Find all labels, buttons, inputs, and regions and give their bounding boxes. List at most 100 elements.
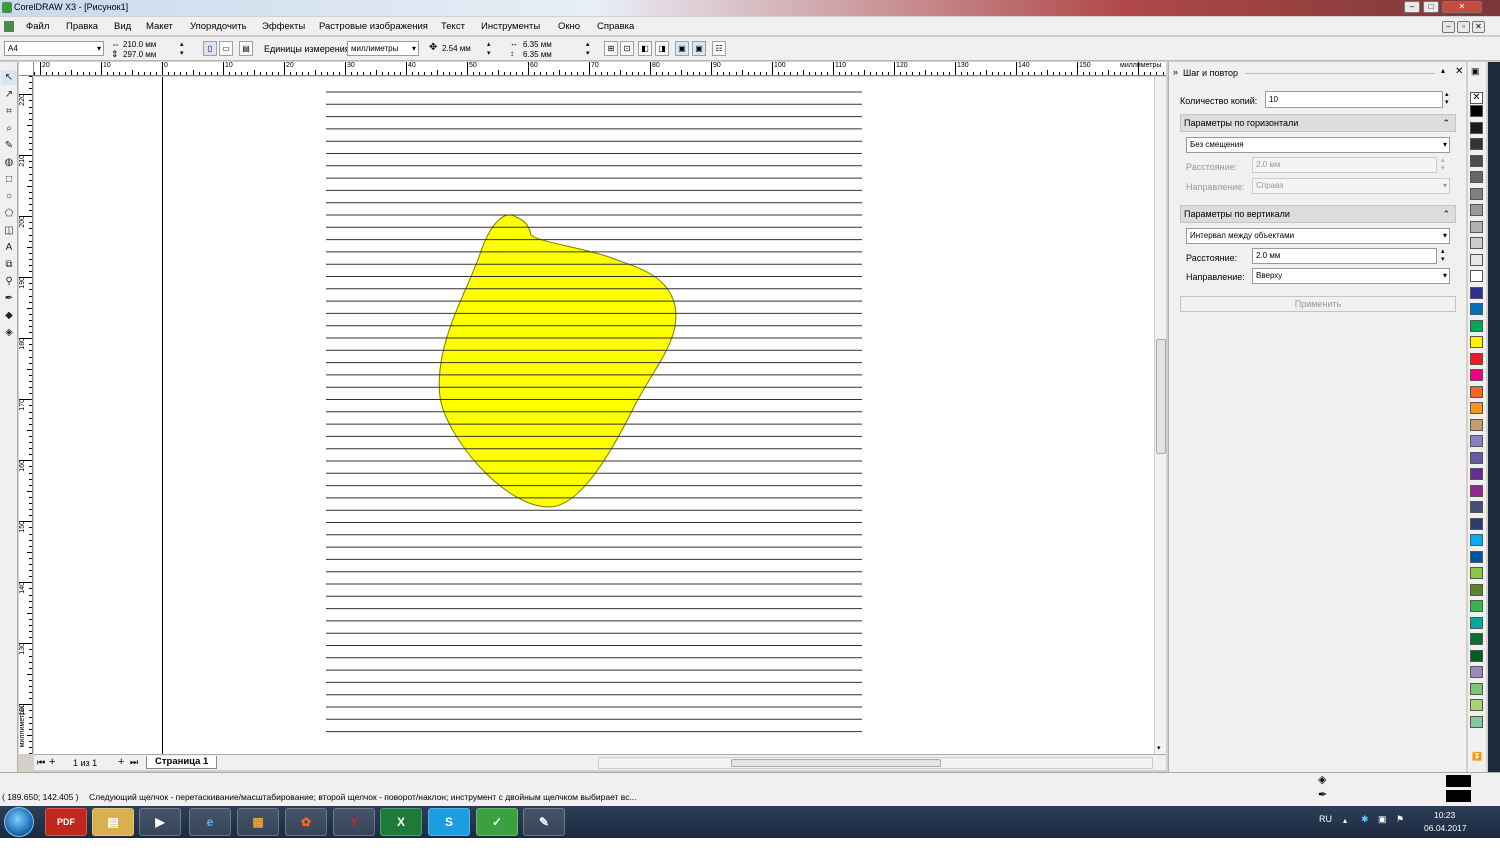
- color-swatch[interactable]: [1470, 385, 1483, 398]
- nudge-spinner[interactable]: ▴ ▾: [487, 40, 491, 58]
- eyedropper-tool-icon[interactable]: ⚲: [1, 274, 17, 289]
- text-tool-icon[interactable]: A: [1, 240, 17, 255]
- color-swatch[interactable]: [1470, 567, 1483, 579]
- paper-height-field[interactable]: 297.0 мм: [123, 50, 156, 59]
- color-swatch[interactable]: [1470, 633, 1483, 645]
- maximize-button[interactable]: □: [1423, 1, 1439, 13]
- explorer-app-icon[interactable]: ▤: [92, 808, 134, 836]
- paper-width-field[interactable]: 210.0 мм: [123, 40, 156, 49]
- vertical-settings-header[interactable]: Параметры по вертикали ⌃: [1180, 205, 1456, 223]
- interactive-fill-tool-icon[interactable]: ◈: [1, 325, 17, 340]
- color-swatch[interactable]: [1470, 319, 1483, 332]
- network-icon[interactable]: ▣: [1378, 814, 1387, 825]
- copies-input[interactable]: 10: [1265, 91, 1443, 108]
- color-swatch[interactable]: [1470, 451, 1483, 464]
- horizontal-settings-header[interactable]: Параметры по горизонтали ⌃: [1180, 114, 1456, 132]
- color-swatch[interactable]: [1470, 171, 1483, 183]
- menu-window[interactable]: Окно: [558, 21, 580, 32]
- minimize-button[interactable]: –: [1404, 1, 1420, 13]
- color-swatch[interactable]: [1470, 666, 1483, 678]
- tb-button-3[interactable]: ◧: [638, 41, 652, 56]
- crop-tool-icon[interactable]: ⌗: [1, 104, 17, 119]
- color-swatch[interactable]: [1470, 682, 1483, 695]
- color-swatch[interactable]: [1470, 418, 1483, 431]
- landscape-button[interactable]: ▭: [219, 41, 233, 56]
- vertical-distance-input[interactable]: 2.0 мм: [1252, 248, 1437, 264]
- menu-file[interactable]: Файл: [26, 21, 49, 32]
- menu-view[interactable]: Вид: [114, 21, 131, 32]
- color-swatch[interactable]: [1470, 369, 1483, 381]
- units-select[interactable]: миллиметры: [347, 41, 419, 56]
- color-swatch[interactable]: [1470, 501, 1483, 513]
- doc-close-button[interactable]: ✕: [1472, 21, 1485, 33]
- shape-tool-icon[interactable]: ↗: [1, 87, 17, 102]
- tray-arrow-icon[interactable]: ▴: [1343, 816, 1347, 825]
- menu-help[interactable]: Справка: [597, 21, 634, 32]
- horizontal-distance-spinner[interactable]: ▴ ▾: [1441, 157, 1445, 173]
- menu-arrange[interactable]: Упорядочить: [190, 21, 247, 32]
- color-swatch[interactable]: [1470, 253, 1483, 266]
- duplicate-x-field[interactable]: 6.35 мм: [523, 40, 552, 49]
- tb-button-4[interactable]: ◨: [655, 41, 669, 56]
- language-indicator[interactable]: RU: [1319, 814, 1332, 824]
- paint-app-icon[interactable]: ✎: [523, 808, 565, 836]
- fill-color-swatch[interactable]: [1446, 775, 1471, 787]
- palette-scroll-down[interactable]: ⏬: [1472, 752, 1482, 761]
- first-page-button[interactable]: ⏮: [37, 757, 45, 768]
- color-swatch[interactable]: [1470, 138, 1483, 150]
- close-button[interactable]: ✕: [1442, 1, 1482, 13]
- all-pages-button[interactable]: ▤: [239, 41, 253, 56]
- palette-menu-icon[interactable]: ▣: [1471, 66, 1480, 77]
- paper-size-select[interactable]: A4: [4, 41, 104, 56]
- color-swatch[interactable]: [1470, 517, 1483, 530]
- horizontal-distance-input[interactable]: 2.0 мм: [1252, 157, 1437, 173]
- menu-tools[interactable]: Инструменты: [481, 21, 540, 32]
- color-swatch[interactable]: [1470, 583, 1483, 596]
- scroll-down-arrow[interactable]: ▾: [1157, 744, 1161, 752]
- freehand-tool-icon[interactable]: ✎: [1, 138, 17, 153]
- fill-tool-icon[interactable]: ◆: [1, 308, 17, 323]
- color-swatch[interactable]: [1470, 105, 1483, 117]
- installer-app-icon[interactable]: ▦: [237, 808, 279, 836]
- vertical-distance-spinner[interactable]: ▴ ▾: [1441, 248, 1445, 264]
- color-swatch[interactable]: [1470, 270, 1483, 282]
- color-swatch[interactable]: [1470, 336, 1483, 348]
- color-swatch[interactable]: [1470, 121, 1483, 134]
- menu-bitmaps[interactable]: Растровые изображения: [319, 21, 428, 32]
- coreldraw-app-icon[interactable]: ✓: [476, 808, 518, 836]
- vertical-collapse-icon[interactable]: ⌃: [1442, 206, 1450, 222]
- doc-restore-button[interactable]: ▫: [1457, 21, 1470, 33]
- vertical-direction-select[interactable]: Вверху: [1252, 268, 1450, 284]
- color-swatch[interactable]: [1470, 154, 1483, 167]
- color-swatch[interactable]: [1470, 303, 1483, 315]
- color-swatch[interactable]: [1470, 484, 1483, 497]
- vertical-scrollbar[interactable]: ▾: [1154, 77, 1166, 754]
- color-swatch[interactable]: [1470, 715, 1483, 728]
- zoom-tool-icon[interactable]: ⌕: [1, 121, 17, 136]
- color-swatch[interactable]: [1470, 468, 1483, 480]
- vertical-ruler[interactable]: 220 210 200 190 180 170 160 150 140 130 120 миллиме…: [19, 76, 33, 754]
- docker-collapse-icon[interactable]: »: [1173, 67, 1178, 77]
- color-swatch[interactable]: [1470, 616, 1483, 629]
- duplicate-y-field[interactable]: 6.35 мм: [523, 50, 552, 59]
- doc-minimize-button[interactable]: –: [1442, 21, 1455, 33]
- flag-icon[interactable]: ⚑: [1396, 814, 1404, 825]
- tb-button-1[interactable]: ⊞: [604, 41, 618, 56]
- apply-button[interactable]: Применить: [1180, 296, 1456, 312]
- clock-time[interactable]: 10:23: [1434, 810, 1455, 820]
- outline-color-swatch[interactable]: [1446, 790, 1471, 802]
- dup-spinner[interactable]: ▴ ▾: [586, 40, 590, 58]
- basic-shapes-tool-icon[interactable]: ◫: [1, 223, 17, 238]
- portrait-button[interactable]: ▯: [203, 41, 217, 56]
- start-button[interactable]: [4, 807, 34, 837]
- excel-app-icon[interactable]: X: [380, 808, 422, 836]
- color-swatch[interactable]: [1470, 286, 1483, 299]
- copies-spinner[interactable]: ▴ ▾: [1445, 91, 1449, 107]
- media-player-app-icon[interactable]: ▶: [139, 808, 181, 836]
- color-swatch[interactable]: [1470, 550, 1483, 563]
- rectangle-tool-icon[interactable]: □: [1, 172, 17, 187]
- color-swatch[interactable]: [1470, 402, 1483, 414]
- menu-layout[interactable]: Макет: [146, 21, 173, 32]
- horizontal-mode-select[interactable]: Без смещения: [1186, 137, 1450, 153]
- add-page-after-button[interactable]: +: [118, 756, 124, 768]
